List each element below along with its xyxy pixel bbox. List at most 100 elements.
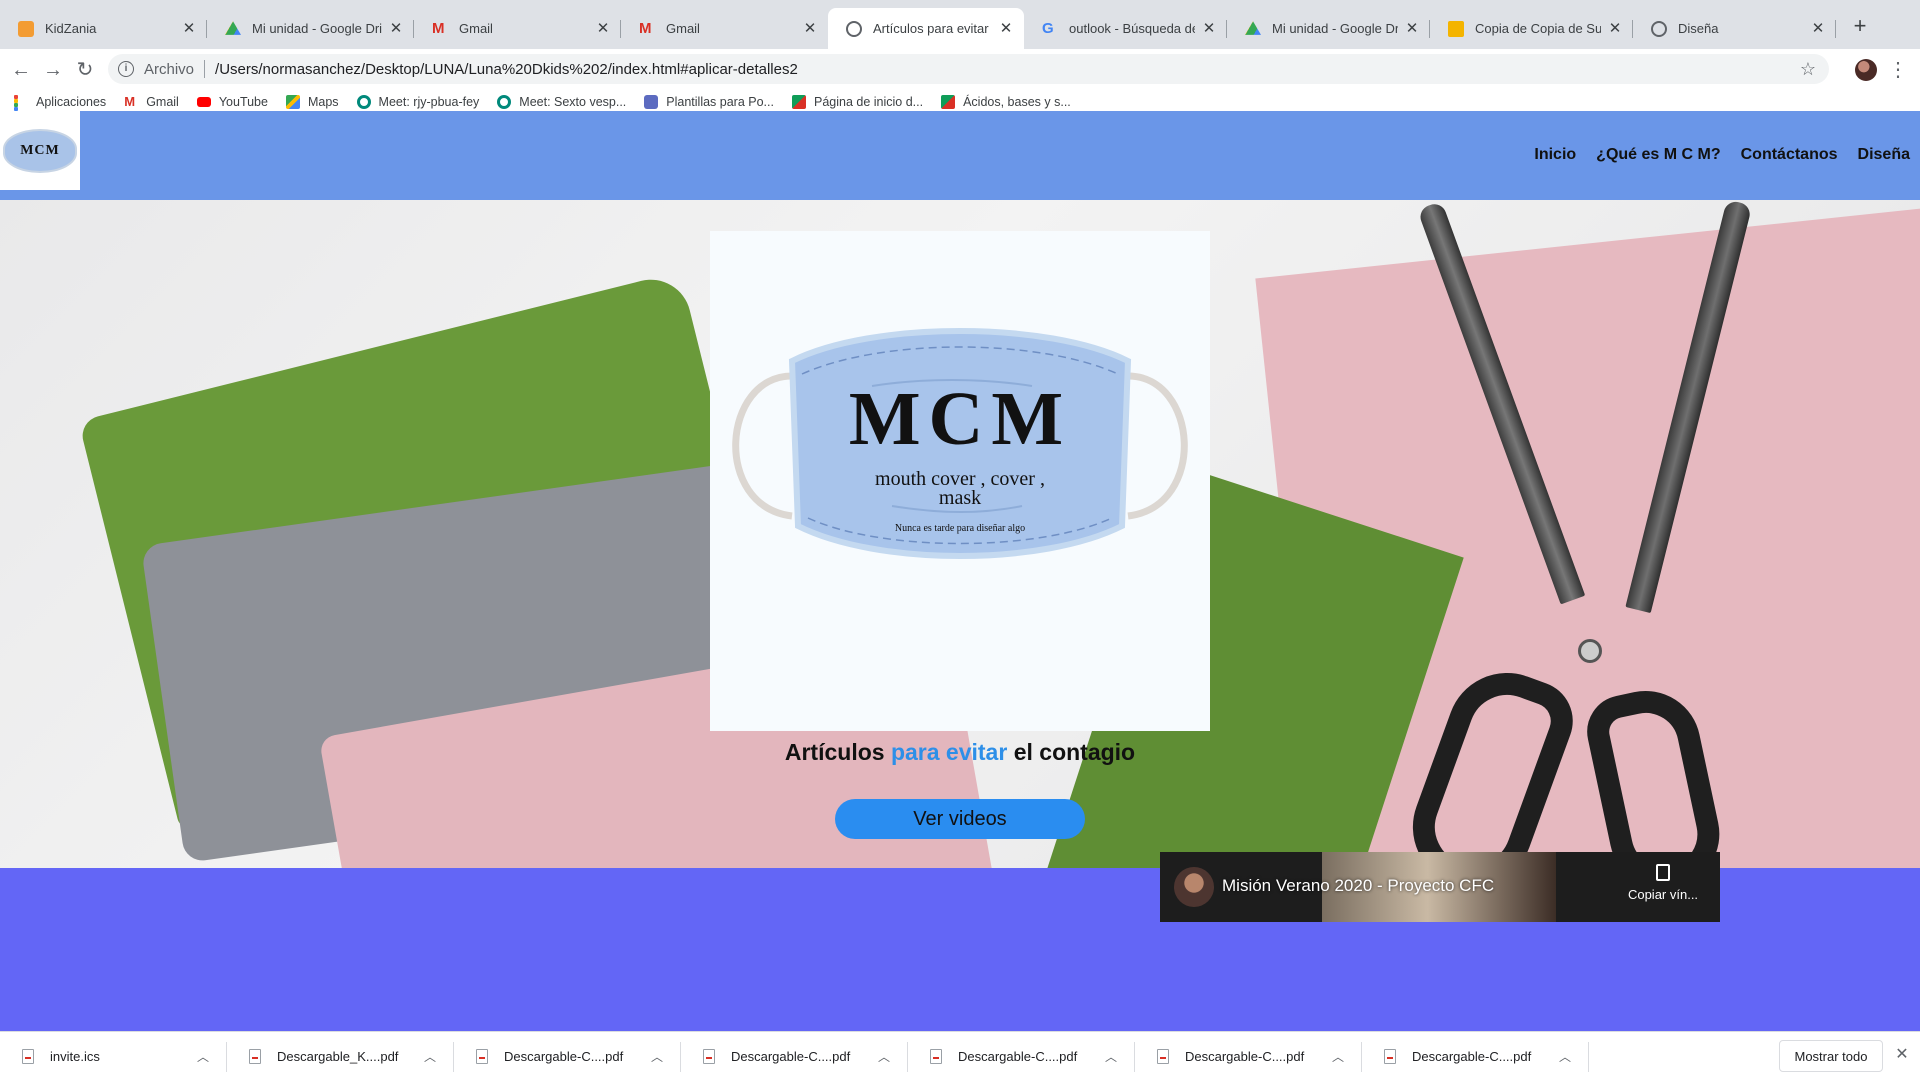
download-filename: invite.ics [50, 1049, 100, 1064]
close-icon[interactable]: ✕ [1892, 1045, 1912, 1065]
info-icon[interactable]: i [118, 61, 134, 77]
youtube-embed[interactable]: Misión Verano 2020 - Proyecto CFC Copiar… [1160, 852, 1720, 922]
download-divider [1588, 1042, 1589, 1072]
bookmark-templates[interactable]: Plantillas para Po... [644, 94, 774, 109]
hero-section: MCM mouth cover , cover , mask Nunca es … [0, 200, 1920, 868]
close-icon[interactable]: ✕ [1810, 20, 1826, 37]
copy-link-button[interactable]: Copiar vín... [1616, 864, 1710, 902]
tab-strip: KidZania ✕ Mi unidad - Google Drive ✕ M … [0, 0, 1920, 49]
chevron-up-icon[interactable]: ︿ [1555, 1048, 1575, 1065]
video-title[interactable]: Misión Verano 2020 - Proyecto CFC [1222, 876, 1494, 896]
forward-arrow-icon[interactable]: → [40, 57, 66, 83]
download-item[interactable]: Descargable_K....pdf ︿ [227, 1032, 454, 1080]
chevron-up-icon[interactable]: ︿ [1101, 1048, 1121, 1065]
bookmark-label: Gmail [146, 94, 179, 109]
channel-avatar[interactable] [1174, 867, 1214, 907]
download-filename: Descargable-C....pdf [958, 1049, 1078, 1064]
address-scheme-label: Archivo [144, 60, 195, 78]
tab-google-search[interactable]: G outlook - Búsqueda de Google ✕ [1024, 8, 1227, 49]
tab-title: Artículos para evitar el contagio [873, 21, 992, 36]
close-icon[interactable]: ✕ [802, 20, 818, 37]
tab-google-drive-2[interactable]: Mi unidad - Google Drive ✕ [1227, 8, 1430, 49]
close-icon[interactable]: ✕ [998, 20, 1014, 37]
google-icon: G [1042, 19, 1054, 37]
close-icon[interactable]: ✕ [1607, 20, 1623, 37]
close-icon[interactable]: ✕ [1404, 20, 1420, 37]
bookmark-youtube[interactable]: YouTube [196, 94, 268, 109]
gmail-icon: M [432, 19, 445, 37]
bookmark-label: YouTube [218, 94, 268, 109]
download-item[interactable]: Descargable-C....pdf ︿ [908, 1032, 1135, 1080]
chevron-up-icon[interactable]: ︿ [874, 1048, 894, 1065]
tab-kidzania[interactable]: KidZania ✕ [0, 8, 207, 49]
bookmark-star-icon[interactable]: ☆ [1797, 59, 1819, 80]
tab-disena[interactable]: Diseña ✕ [1633, 8, 1836, 49]
card-slogan: Nunca es tarde para diseñar algo [894, 523, 1026, 534]
download-item[interactable]: Descargable-C....pdf ︿ [681, 1032, 908, 1080]
google-slides-icon [1448, 20, 1464, 37]
download-item[interactable]: Descargable-C....pdf ︿ [1135, 1032, 1362, 1080]
tab-google-drive[interactable]: Mi unidad - Google Drive ✕ [207, 8, 414, 49]
chevron-up-icon[interactable]: ︿ [193, 1048, 213, 1065]
bookmark-gmail[interactable]: M Gmail [124, 93, 179, 109]
browser-menu-icon[interactable]: ⋮ [1888, 57, 1908, 83]
address-divider [204, 60, 206, 78]
ver-videos-button[interactable]: Ver videos [835, 799, 1085, 839]
site-logo[interactable]: MCM [0, 111, 80, 190]
tab-slides[interactable]: Copia de Copia de Superman ✕ [1430, 8, 1633, 49]
nav-link-inicio[interactable]: Inicio [1534, 146, 1576, 164]
tab-title: Copia de Copia de Superman [1475, 21, 1601, 36]
bookmarks-bar: Aplicaciones M Gmail YouTube Maps Meet: … [0, 92, 1920, 131]
chevron-up-icon[interactable]: ︿ [420, 1048, 440, 1065]
show-all-downloads-button[interactable]: Mostrar todo [1779, 1040, 1883, 1072]
apps-grid-icon [14, 94, 28, 131]
nav-link-contactanos[interactable]: Contáctanos [1741, 146, 1838, 164]
download-filename: Descargable_K....pdf [277, 1049, 399, 1064]
bookmark-maps[interactable]: Maps [285, 94, 339, 109]
address-url[interactable]: /Users/normasanchez/Desktop/LUNA/Luna%20… [215, 61, 1797, 78]
tab-title: Mi unidad - Google Drive [1272, 21, 1398, 36]
card-brand: MCM [848, 377, 1072, 461]
back-arrow-icon[interactable]: ← [8, 57, 34, 83]
close-icon[interactable]: ✕ [1201, 20, 1217, 37]
close-icon[interactable]: ✕ [181, 20, 197, 37]
close-icon[interactable]: ✕ [595, 20, 611, 37]
tab-title: Mi unidad - Google Drive [252, 21, 382, 36]
mcm-logo-card: MCM mouth cover , cover , mask Nunca es … [710, 231, 1210, 731]
bookmark-label: Maps [307, 94, 339, 109]
profile-avatar[interactable] [1855, 59, 1877, 81]
google-drive-icon [225, 21, 241, 35]
downloads-bar: invite.ics ︿ Descargable_K....pdf ︿ Desc… [0, 1031, 1920, 1080]
close-icon[interactable]: ✕ [388, 20, 404, 37]
tab-gmail-2[interactable]: M Gmail ✕ [621, 8, 828, 49]
bookmark-classroom-home[interactable]: Página de inicio d... [791, 94, 923, 109]
bookmark-apps[interactable]: Aplicaciones [14, 94, 107, 131]
chevron-up-icon[interactable]: ︿ [1328, 1048, 1348, 1065]
tab-title: Gmail [666, 21, 700, 36]
bookmark-label: Aplicaciones [36, 94, 107, 109]
file-icon [22, 1049, 34, 1064]
bookmark-label: Meet: rjy-pbua-fey [378, 94, 480, 109]
nav-link-disena[interactable]: Diseña [1858, 146, 1910, 164]
download-item[interactable]: Descargable-C....pdf ︿ [454, 1032, 681, 1080]
bookmark-meet-1[interactable]: Meet: rjy-pbua-fey [356, 94, 480, 109]
gmail-icon: M [124, 93, 136, 109]
pdf-file-icon [703, 1049, 715, 1064]
browser-toolbar: ← → ↻ i Archivo /Users/normasanchez/Desk… [0, 49, 1920, 92]
download-item[interactable]: invite.ics ︿ [0, 1032, 227, 1080]
tab-title: Diseña [1678, 21, 1719, 36]
address-bar[interactable]: i Archivo /Users/normasanchez/Desktop/LU… [108, 54, 1829, 84]
globe-icon [1651, 20, 1667, 37]
download-item[interactable]: Descargable-C....pdf ︿ [1362, 1032, 1589, 1080]
reload-icon[interactable]: ↻ [72, 57, 98, 83]
meet-icon [356, 94, 371, 109]
bookmark-acids[interactable]: Ácidos, bases y s... [941, 94, 1071, 109]
tab-gmail[interactable]: M Gmail ✕ [414, 8, 621, 49]
chevron-up-icon[interactable]: ︿ [647, 1048, 667, 1065]
tab-active-articulos[interactable]: Artículos para evitar el contagio ✕ [828, 8, 1024, 49]
hero-title-accent: para evitar [890, 739, 1008, 765]
bookmark-label: Meet: Sexto vesp... [519, 94, 627, 109]
new-tab-button[interactable]: + [1846, 12, 1874, 40]
nav-link-que-es-mcm[interactable]: ¿Qué es M C M? [1596, 146, 1720, 164]
bookmark-meet-2[interactable]: Meet: Sexto vesp... [497, 94, 627, 109]
